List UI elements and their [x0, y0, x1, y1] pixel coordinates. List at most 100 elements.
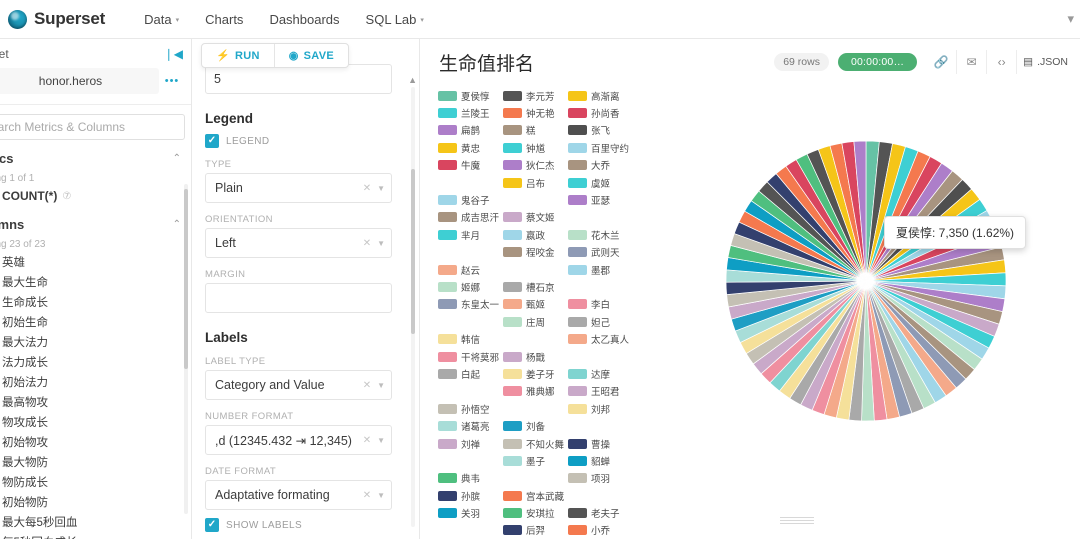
nav-item-data[interactable]: Data ▾ — [131, 0, 192, 39]
pie-slice[interactable] — [865, 280, 947, 404]
pie-slice[interactable] — [778, 280, 867, 399]
legend-item[interactable]: 姜子牙 — [503, 365, 568, 382]
legend-item[interactable]: 虞姬 — [568, 174, 633, 191]
code-icon[interactable]: ‹› — [986, 50, 1016, 74]
legend-item[interactable]: 老夫子 — [568, 504, 633, 521]
show-labels-checkbox[interactable] — [205, 518, 219, 532]
number-format-select[interactable]: ,d (12345.432 ⇥ 12,345) ✕ ▼ — [205, 425, 392, 455]
nav-item-dashboards[interactable]: Dashboards — [256, 0, 352, 39]
pie-slice[interactable] — [865, 280, 967, 389]
legend-item[interactable]: 典韦 — [438, 470, 503, 487]
show-labels-checkbox-row[interactable]: SHOW LABELS — [205, 518, 392, 532]
pie-slice[interactable] — [733, 221, 867, 282]
pie-slice[interactable] — [865, 280, 913, 418]
metrics-section-header[interactable]: trics ⌃ — [0, 140, 191, 169]
legend-item[interactable]: 达摩 — [568, 365, 633, 382]
legend-item[interactable]: 貂蝉 — [568, 452, 633, 469]
pie-slice[interactable] — [727, 244, 867, 282]
pie-slice[interactable] — [726, 280, 867, 308]
pie-slice[interactable] — [865, 146, 919, 282]
control-scrollbar[interactable] — [411, 169, 415, 334]
pie-slice[interactable] — [738, 210, 867, 282]
column-item[interactable]: C最大法力 — [0, 332, 191, 352]
search-metrics-columns-input[interactable]: earch Metrics & Columns — [0, 114, 185, 140]
pie-slice[interactable] — [865, 280, 925, 414]
pie-slice[interactable] — [865, 280, 888, 422]
clear-x-icon[interactable]: ✕ — [361, 380, 377, 391]
clear-x-icon[interactable]: ✕ — [361, 238, 377, 249]
legend-item[interactable]: 太乙真人 — [568, 330, 633, 347]
pie-slice[interactable] — [865, 280, 1000, 337]
column-item[interactable]: C生命成长 — [0, 292, 191, 312]
label-type-select[interactable]: Category and Value ✕ ▼ — [205, 370, 392, 400]
brand-logo-area[interactable]: Superset — [8, 9, 105, 29]
pie-slice[interactable] — [865, 259, 1007, 282]
column-item[interactable]: C物攻成长 — [0, 412, 191, 432]
json-icon[interactable]: ▤ .JSON — [1016, 50, 1074, 74]
pie-slice[interactable] — [865, 280, 1004, 325]
pie-slice[interactable] — [725, 280, 867, 296]
legend-item[interactable]: 嬴政 — [503, 226, 568, 243]
legend-item[interactable]: 后羿 — [503, 522, 568, 539]
pie-slice[interactable] — [865, 272, 1007, 287]
columns-section-header[interactable]: lumns ⌃ — [0, 206, 191, 235]
legend-item[interactable]: 庄周 — [503, 313, 568, 330]
legend-item[interactable]: 高渐离 — [568, 87, 633, 104]
email-icon[interactable]: ✉ — [956, 50, 986, 74]
pie-slice[interactable] — [789, 280, 867, 406]
legend-item[interactable]: 安琪拉 — [503, 504, 568, 521]
pie-slice[interactable] — [865, 280, 1007, 300]
legend-item[interactable]: 牛魔 — [438, 157, 503, 174]
pie-slice[interactable] — [865, 280, 983, 371]
legend-item[interactable]: 墨郡 — [568, 261, 633, 278]
legend-item[interactable]: 吕布 — [503, 174, 568, 191]
pie-slice[interactable] — [811, 280, 867, 415]
legend-checkbox-row[interactable]: LEGEND — [205, 134, 392, 148]
pie-slice[interactable] — [865, 280, 957, 397]
legend-item[interactable]: 杨戬 — [503, 348, 568, 365]
datasource-scrollbar[interactable] — [184, 189, 188, 369]
scroll-up-icon[interactable]: ▲ — [408, 75, 417, 85]
legend-item[interactable]: 糕 — [503, 122, 568, 139]
info-icon[interactable]: ⑦ — [62, 191, 71, 202]
legend-item[interactable]: 孙悟空 — [438, 400, 503, 417]
legend-item[interactable]: 白起 — [438, 365, 503, 382]
legend-item[interactable]: 张飞 — [568, 122, 633, 139]
column-item[interactable]: C初始物攻 — [0, 432, 191, 452]
legend-item[interactable]: 李白 — [568, 296, 633, 313]
legend-item[interactable]: 武则天 — [568, 244, 633, 261]
pie-slice[interactable] — [865, 140, 880, 282]
legend-item[interactable]: 孙膑 — [438, 487, 503, 504]
pie-slice[interactable] — [865, 280, 901, 420]
pie-slice[interactable] — [865, 246, 1005, 282]
pie-slice[interactable] — [739, 280, 867, 355]
link-icon[interactable]: 🔗 — [926, 50, 956, 74]
pie-slice[interactable] — [806, 148, 867, 282]
legend-item[interactable]: 成吉思汗 — [438, 209, 503, 226]
pie-slice[interactable] — [725, 269, 867, 283]
legend-item[interactable]: 百里守约 — [568, 139, 633, 156]
pie-slice[interactable] — [730, 280, 867, 332]
chevron-down-icon[interactable]: ▼ — [377, 381, 385, 390]
legend-item[interactable]: 扁鹊 — [438, 122, 503, 139]
column-item[interactable]: C每5秒回血成长 — [0, 532, 191, 539]
pie-slice[interactable] — [865, 280, 996, 349]
pie-slice[interactable] — [853, 140, 867, 282]
pie-slice[interactable] — [728, 280, 867, 320]
legend-item[interactable]: 王昭君 — [568, 383, 633, 400]
legend-item[interactable]: 黄忠 — [438, 139, 503, 156]
column-item[interactable]: C物防成长 — [0, 472, 191, 492]
run-button[interactable]: ⚡ RUN — [202, 44, 274, 67]
legend-item[interactable]: 刘禅 — [438, 435, 503, 452]
dataset-select[interactable]: honor.heros — [0, 68, 159, 94]
column-item[interactable]: C最大每5秒回血 — [0, 512, 191, 532]
clear-x-icon[interactable]: ✕ — [361, 435, 377, 446]
pie-slice[interactable] — [865, 280, 990, 360]
column-item[interactable]: C法力成长 — [0, 352, 191, 372]
legend-item[interactable]: 墨子 — [503, 452, 568, 469]
pie-slice[interactable] — [817, 145, 867, 282]
pie-slice[interactable] — [769, 280, 867, 392]
legend-item[interactable]: 关羽 — [438, 504, 503, 521]
legend-item[interactable]: 钟无艳 — [503, 104, 568, 121]
pie-slice[interactable] — [750, 190, 867, 282]
